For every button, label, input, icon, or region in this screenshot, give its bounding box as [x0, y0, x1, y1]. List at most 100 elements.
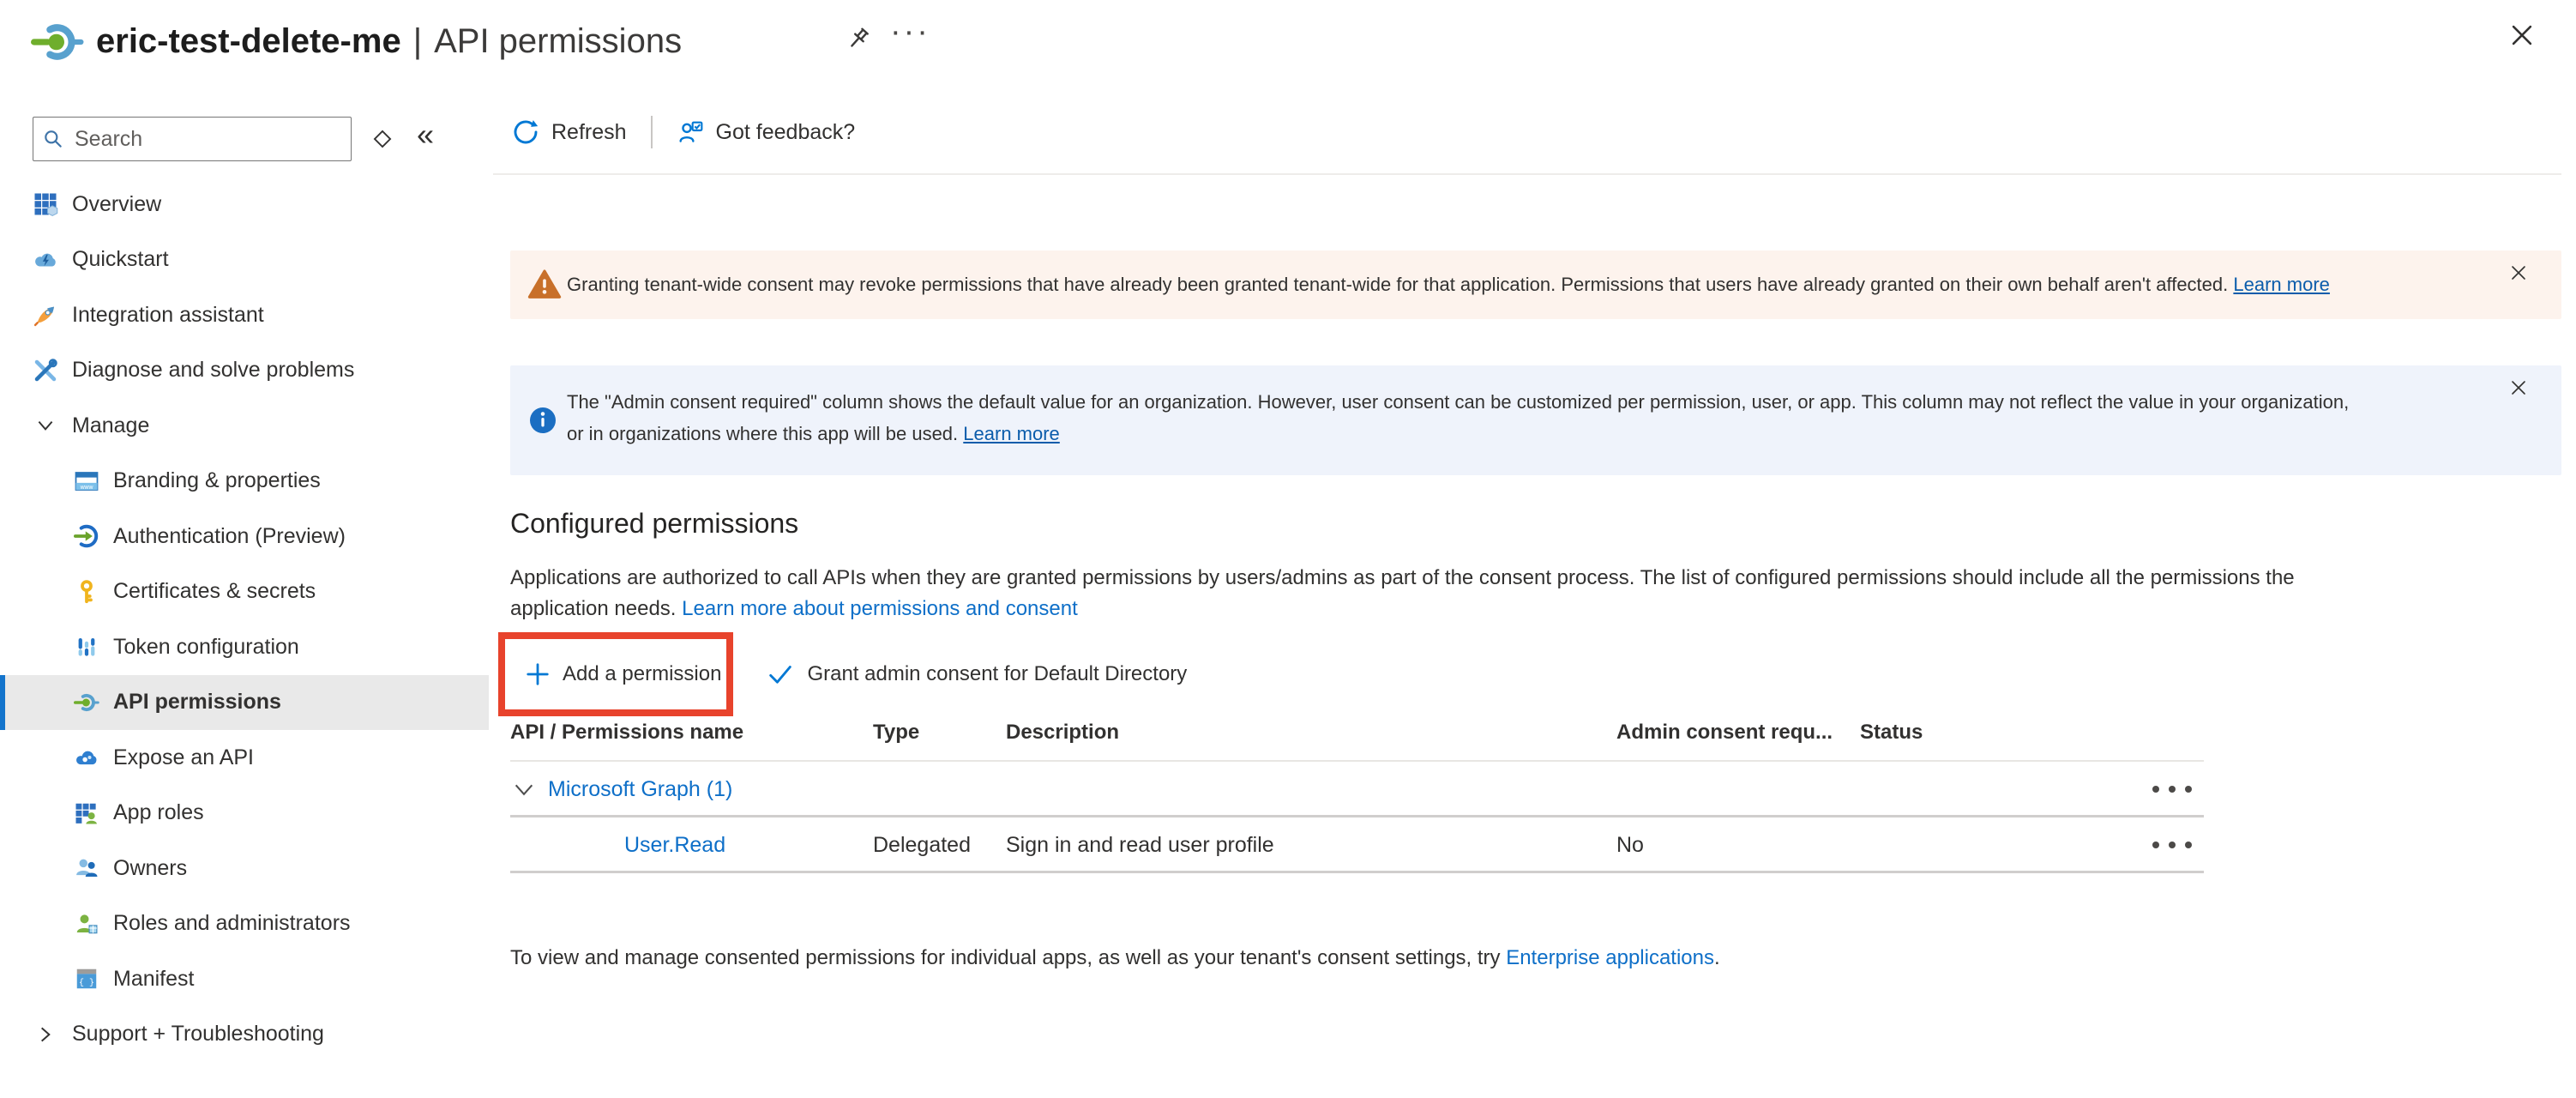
- warning-icon: [527, 268, 562, 302]
- sidebar-item-label: App roles: [113, 800, 204, 825]
- permission-actions: Add a permission Grant admin consent for…: [525, 652, 1187, 697]
- roles-administrators-icon: [74, 911, 99, 937]
- footer-text: To view and manage consented permissions…: [510, 946, 1506, 969]
- table-row: User.Read Delegated Sign in and read use…: [510, 817, 2204, 871]
- sidebar-item-expose-api[interactable]: Expose an API: [0, 730, 489, 786]
- sidebar-item-label: Diagnose and solve problems: [72, 358, 354, 383]
- column-header-type: Type: [873, 721, 919, 745]
- sidebar-item-label: Roles and administrators: [113, 911, 351, 936]
- sidebar-item-label: Branding & properties: [113, 468, 321, 493]
- sidebar-item-app-roles[interactable]: App roles: [0, 786, 489, 842]
- sidebar-item-label: Support + Troubleshooting: [72, 1022, 324, 1047]
- overview-icon: [33, 191, 58, 217]
- info-icon: [527, 405, 558, 436]
- sidebar-item-label: Certificates & secrets: [113, 579, 316, 604]
- sidebar-item-quickstart[interactable]: Quickstart: [0, 232, 489, 288]
- diamond-icon[interactable]: [370, 127, 394, 151]
- permission-admin-consent: No: [1616, 833, 1644, 858]
- permissions-consent-link[interactable]: Learn more about permissions and consent: [682, 597, 1078, 620]
- refresh-button[interactable]: Refresh: [551, 120, 627, 145]
- command-bar-divider: [493, 173, 2561, 175]
- sidebar-item-branding[interactable]: www Branding & properties: [0, 454, 489, 510]
- api-permissions-icon: [74, 690, 99, 715]
- permission-link[interactable]: User.Read: [624, 833, 725, 858]
- section-title: Configured permissions: [510, 508, 798, 540]
- search-icon: [42, 128, 64, 150]
- sidebar-item-certificates[interactable]: Certificates & secrets: [0, 564, 489, 620]
- sidebar-item-label: Manage: [72, 413, 149, 438]
- certificates-icon: [74, 579, 99, 605]
- collapse-menu-icon[interactable]: «: [417, 117, 434, 153]
- api-group-link[interactable]: Microsoft Graph (1): [548, 777, 732, 802]
- info-message-line1: The "Admin consent required" column show…: [567, 386, 2349, 418]
- grant-admin-consent-button[interactable]: Grant admin consent for Default Director…: [807, 662, 1187, 686]
- warning-learn-more-link[interactable]: Learn more: [2233, 274, 2330, 295]
- blade-name: API permissions: [434, 22, 682, 61]
- chevron-down-icon: [34, 414, 57, 437]
- column-header-name: API / Permissions name: [510, 721, 743, 745]
- svg-text:www: www: [80, 485, 93, 491]
- quickstart-icon: [33, 247, 58, 273]
- column-header-status: Status: [1860, 721, 1923, 745]
- pin-icon[interactable]: [844, 24, 873, 53]
- sidebar-item-label: Authentication (Preview): [113, 524, 346, 549]
- warning-banner: Granting tenant-wide consent may revoke …: [510, 250, 2561, 319]
- add-permission-button[interactable]: Add a permission: [563, 662, 721, 686]
- info-text: The "Admin consent required" column show…: [567, 386, 2349, 449]
- search-input[interactable]: [73, 126, 342, 153]
- feedback-icon: [677, 118, 704, 146]
- page-title: eric-test-delete-me | API permissions: [96, 22, 682, 61]
- sidebar-group-support-troubleshooting[interactable]: Support + Troubleshooting: [0, 1007, 489, 1063]
- app-roles-icon: [74, 800, 99, 826]
- blade-close-icon[interactable]: [2507, 21, 2537, 50]
- sidebar-item-label: Expose an API: [113, 745, 254, 770]
- manifest-icon: { }: [74, 966, 99, 992]
- sidebar-group-manage[interactable]: Manage: [0, 398, 489, 454]
- more-commands-icon[interactable]: ···: [890, 14, 930, 51]
- row-more-icon[interactable]: [2152, 786, 2192, 793]
- sidebar-item-overview[interactable]: Overview: [0, 177, 489, 232]
- table-row-divider: [510, 871, 2204, 873]
- search-box[interactable]: [33, 117, 352, 161]
- sidebar-item-label: API permissions: [113, 690, 281, 715]
- sidebar-item-label: Token configuration: [113, 635, 299, 660]
- diagnose-icon: [33, 358, 58, 383]
- integration-assistant-icon: [33, 302, 58, 328]
- sidebar-item-diagnose[interactable]: Diagnose and solve problems: [0, 343, 489, 399]
- sidebar-item-token-configuration[interactable]: Token configuration: [0, 619, 489, 675]
- section-description: Applications are authorized to call APIs…: [510, 563, 2311, 624]
- sidebar-item-roles-administrators[interactable]: Roles and administrators: [0, 896, 489, 952]
- command-bar: Refresh Got feedback?: [512, 110, 855, 154]
- title-separator: |: [413, 22, 422, 61]
- enterprise-applications-link[interactable]: Enterprise applications: [1506, 946, 1714, 969]
- info-learn-more-link[interactable]: Learn more: [963, 423, 1060, 444]
- column-header-admin-consent: Admin consent requ...: [1616, 721, 1833, 745]
- token-configuration-icon: [74, 634, 99, 660]
- sidebar-item-authentication[interactable]: Authentication (Preview): [0, 509, 489, 564]
- sidebar-item-api-permissions[interactable]: API permissions: [0, 675, 489, 731]
- expose-api-icon: [74, 745, 99, 770]
- svg-text:{ }: { }: [79, 978, 94, 988]
- sidebar-item-manifest[interactable]: { } Manifest: [0, 951, 489, 1007]
- sidebar-item-owners[interactable]: Owners: [0, 841, 489, 896]
- warning-message: Granting tenant-wide consent may revoke …: [567, 274, 2228, 295]
- footer-note: To view and manage consented permissions…: [510, 946, 1720, 970]
- expand-chevron-icon[interactable]: [512, 781, 536, 798]
- sidebar-item-label: Quickstart: [72, 247, 169, 272]
- owners-icon: [74, 855, 99, 881]
- sidebar-item-label: Integration assistant: [72, 303, 264, 328]
- refresh-icon: [512, 118, 539, 146]
- info-message-line2: or in organizations where this app will …: [567, 418, 2349, 449]
- warning-close-icon[interactable]: [2508, 262, 2529, 283]
- warning-text: Granting tenant-wide consent may revoke …: [567, 274, 2330, 296]
- sidebar-item-integration-assistant[interactable]: Integration assistant: [0, 287, 489, 343]
- api-permissions-blade: eric-test-delete-me | API permissions ··…: [0, 0, 2576, 1098]
- sidebar-nav: Overview Quickstart Integration assi: [0, 177, 489, 1062]
- app-name: eric-test-delete-me: [96, 22, 401, 61]
- sidebar-item-label: Overview: [72, 192, 161, 217]
- info-close-icon[interactable]: [2508, 377, 2529, 398]
- feedback-button[interactable]: Got feedback?: [716, 120, 856, 145]
- row-more-icon[interactable]: [2152, 842, 2192, 848]
- footer-suffix: .: [1714, 946, 1720, 969]
- permission-type: Delegated: [873, 833, 971, 858]
